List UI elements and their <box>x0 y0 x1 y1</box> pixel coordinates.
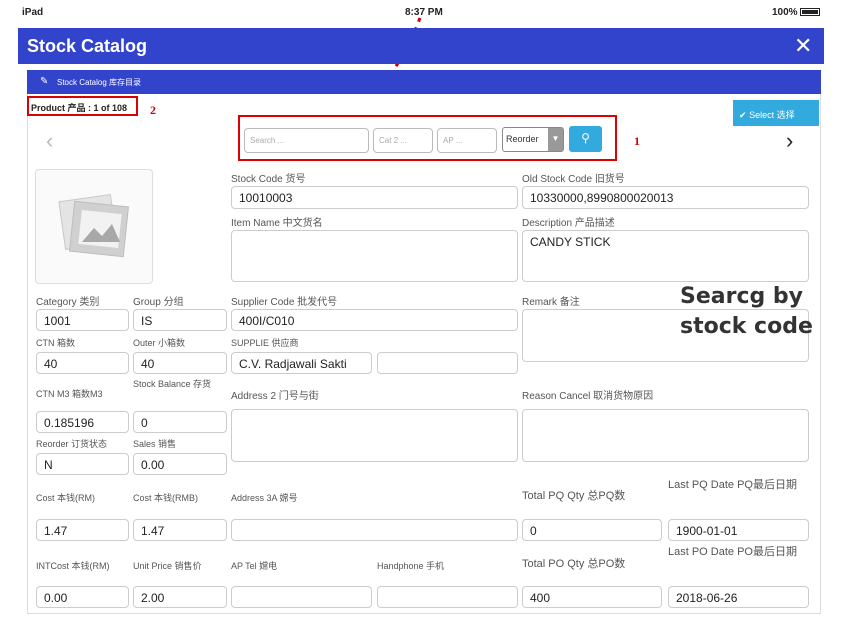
old-stock-code-label: Old Stock Code 旧货号 <box>522 174 625 185</box>
cat2-input[interactable]: Cat 2 ... <box>373 128 433 153</box>
category-field[interactable]: 1001 <box>36 309 129 331</box>
next-arrow-icon[interactable]: › <box>786 128 793 154</box>
unit-price-field[interactable]: 2.00 <box>133 586 227 608</box>
last-po-date-field[interactable]: 2018-06-26 <box>668 586 809 608</box>
reason-cancel-field[interactable] <box>522 409 809 462</box>
supplier-code-label: Supplier Code 批发代号 <box>231 297 338 308</box>
search-input[interactable]: Search ... <box>244 128 369 153</box>
handphone-field[interactable] <box>377 586 518 608</box>
stock-code-field[interactable]: 10010003 <box>231 186 518 209</box>
close-icon[interactable]: ✕ <box>794 33 812 59</box>
chevron-down-icon: ▼ <box>548 128 563 151</box>
product-image <box>35 169 153 284</box>
group-label: Group 分组 <box>133 297 184 308</box>
item-name-field[interactable] <box>231 230 518 282</box>
reorder-label: Reorder 订货状态 <box>36 439 108 449</box>
search-bar: Search ... Cat 2 ... AP ... Reorder ▼ ⚲ <box>238 115 617 161</box>
last-po-date-label: Last PO Date PO最后日期 <box>668 546 797 558</box>
last-pq-date-field[interactable]: 1900-01-01 <box>668 519 809 541</box>
item-name-label: Item Name 中文货名 <box>231 218 323 229</box>
stock-balance-label: Stock Balance 存货 <box>133 379 212 389</box>
category-label: Category 类别 <box>36 297 100 308</box>
ctn-m3-label: CTN M3 箱数M3 <box>36 389 103 399</box>
annotation-2: 2 <box>150 103 156 117</box>
annotation-overlay: Searcg by stock code <box>680 282 813 342</box>
annotation-overlay-line1: Searcg by <box>680 284 803 309</box>
total-po-qty-field[interactable]: 400 <box>522 586 662 608</box>
search-icon: ⚲ <box>581 131 590 145</box>
group-field[interactable]: IS <box>133 309 227 331</box>
check-icon: ✔ <box>739 110 747 120</box>
device-label: iPad <box>22 7 44 18</box>
product-count: Product 产品 : 1 of 108 <box>27 96 138 116</box>
intcost-rm-field[interactable]: 0.00 <box>36 586 129 608</box>
ap-tel-field[interactable] <box>231 586 372 608</box>
prev-arrow-icon[interactable]: ‹ <box>46 128 53 154</box>
description-label: Description 产品描述 <box>522 218 615 229</box>
edit-icon: ✎ <box>40 76 49 87</box>
filter-select[interactable]: Reorder ▼ <box>502 127 564 152</box>
reason-cancel-label: Reason Cancel 取消货物原因 <box>522 391 654 402</box>
reorder-field[interactable]: N <box>36 453 129 475</box>
supplie-field[interactable]: C.V. Radjawali Sakti <box>231 352 372 374</box>
image-placeholder-icon <box>58 194 130 258</box>
annotation-overlay-line2: stock code <box>680 314 813 339</box>
title-bar: Stock Catalog ✕ <box>18 28 824 64</box>
section-header: ✎ Stock Catalog 库存目录 <box>27 70 821 94</box>
ctn-field[interactable]: 40 <box>36 352 129 374</box>
unit-price-label: Unit Price 销售价 <box>133 561 202 571</box>
total-pq-qty-label: Total PQ Qty 总PQ数 <box>522 490 626 502</box>
cost-rm-label: Cost 本钱(RM) <box>36 493 95 503</box>
ap-input[interactable]: AP ... <box>437 128 497 153</box>
cost-rmb-label: Cost 本钱(RMB) <box>133 493 198 503</box>
supplier-code-field[interactable]: 400I/C010 <box>231 309 518 331</box>
address2-label: Address 2 门号与街 <box>231 391 319 402</box>
battery-icon <box>800 8 820 16</box>
page-title: Stock Catalog <box>27 36 148 56</box>
cost-rmb-field[interactable]: 1.47 <box>133 519 227 541</box>
outer-field[interactable]: 40 <box>133 352 227 374</box>
total-pq-qty-field[interactable]: 0 <box>522 519 662 541</box>
cost-rm-field[interactable]: 1.47 <box>36 519 129 541</box>
total-po-qty-label: Total PO Qty 总PO数 <box>522 558 626 570</box>
address2-field[interactable] <box>231 409 518 462</box>
address3a-label: Address 3A 嫦号 <box>231 493 298 503</box>
select-button[interactable]: ✔ Select 选择 <box>733 100 819 126</box>
battery-percent: 100% <box>772 7 798 18</box>
sales-field[interactable]: 0.00 <box>133 453 227 475</box>
intcost-rm-label: INTCost 本钱(RM) <box>36 561 110 571</box>
outer-label: Outer 小箱数 <box>133 338 186 348</box>
ctn-label: CTN 箱数 <box>36 338 75 348</box>
stock-code-label: Stock Code 货号 <box>231 174 306 185</box>
stock-balance-field[interactable]: 0 <box>133 411 227 433</box>
remark-label: Remark 备注 <box>522 297 580 308</box>
section-label: Stock Catalog 库存目录 <box>57 78 142 87</box>
last-pq-date-label: Last PQ Date PQ最后日期 <box>668 479 797 491</box>
search-button[interactable]: ⚲ <box>569 126 602 152</box>
handphone-label: Handphone 手机 <box>377 561 445 571</box>
old-stock-code-field[interactable]: 10330000,8990800020013 <box>522 186 809 209</box>
annotation-1: 1 <box>634 134 640 148</box>
supplie-secondary-field[interactable] <box>377 352 518 374</box>
address3a-field[interactable] <box>231 519 518 541</box>
supplie-label: SUPPLIE 供应商 <box>231 338 299 348</box>
description-field[interactable]: CANDY STICK <box>522 230 809 282</box>
ap-tel-label: AP Tel 嫦电 <box>231 561 278 571</box>
filter-select-value: Reorder <box>506 134 539 144</box>
ctn-m3-field[interactable]: 0.185196 <box>36 411 129 433</box>
select-button-label: Select 选择 <box>749 110 795 120</box>
sales-label: Sales 销售 <box>133 439 177 449</box>
